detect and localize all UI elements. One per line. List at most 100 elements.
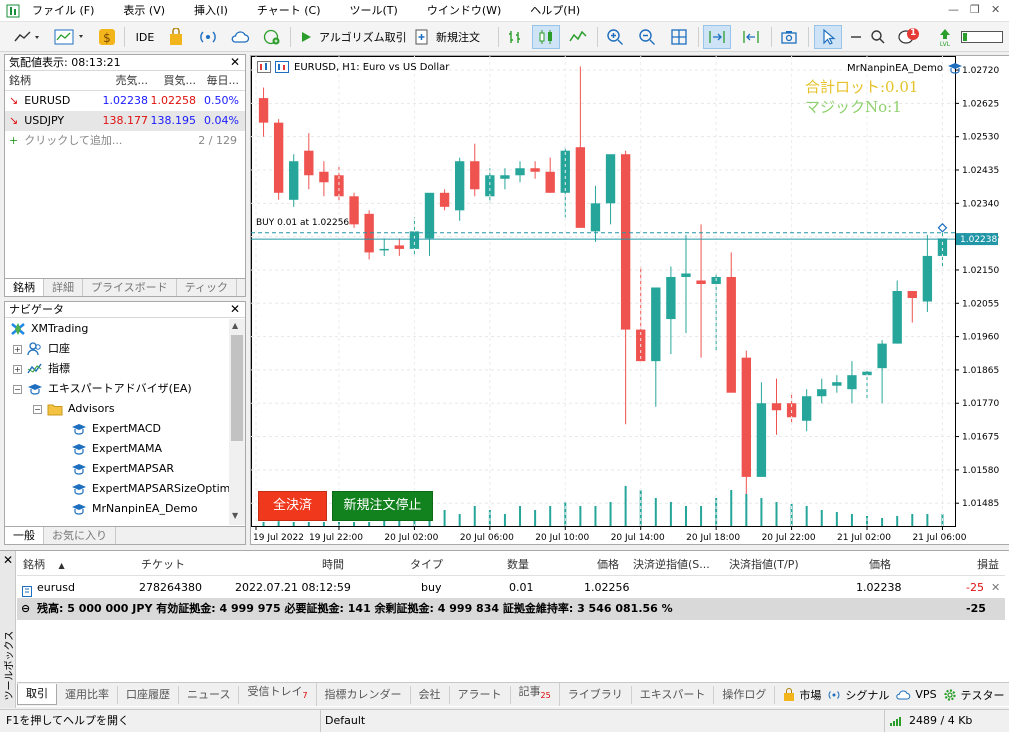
level-button[interactable]: LVL xyxy=(934,25,956,49)
close-all-button[interactable]: 全決済 xyxy=(258,491,327,521)
tab-price-board[interactable]: プライスボード xyxy=(83,279,177,296)
col-type[interactable]: タイプ xyxy=(410,554,443,576)
screenshot-button[interactable] xyxy=(777,25,801,49)
expand-icon[interactable]: + xyxy=(13,344,22,354)
chart-shift-button[interactable] xyxy=(737,25,765,49)
algo-trading-button[interactable]: アルゴリズム取引 xyxy=(295,25,407,49)
tab-ticks[interactable]: ティック xyxy=(177,279,238,296)
zoom-out-button[interactable] xyxy=(635,25,659,49)
scrollbar-thumb[interactable] xyxy=(231,335,243,441)
tab-library[interactable]: ライブラリ xyxy=(560,685,632,704)
menu-insert[interactable]: 挿入(I) xyxy=(194,0,237,22)
close-icon[interactable]: ✕ xyxy=(230,55,240,70)
crosshair-button[interactable] xyxy=(846,25,866,49)
bar-chart-button[interactable] xyxy=(503,25,527,49)
col-time[interactable]: 時間 xyxy=(322,554,344,576)
col-price[interactable]: 価格 xyxy=(597,554,619,576)
add-symbol-row[interactable]: + クリックして追加... 2 / 129 xyxy=(5,131,245,151)
market-link[interactable]: 市場 xyxy=(783,687,821,703)
close-position-icon[interactable]: ✕ xyxy=(991,577,1000,599)
col-current-price[interactable]: 価格 xyxy=(869,554,891,576)
community-button[interactable] xyxy=(260,25,284,49)
quote-row[interactable]: ↘ USDJPY 138.177 138.195 0.04% xyxy=(5,111,245,131)
col-symbol[interactable]: 銘柄 ▲ xyxy=(23,554,65,577)
collapse-icon[interactable]: ⊖ xyxy=(21,598,30,620)
menu-file[interactable]: ファイル (F) xyxy=(32,0,103,22)
quote-row[interactable]: ↘ EURUSD 1.02238 1.02258 0.50% xyxy=(5,91,245,111)
tab-general[interactable]: 一般 xyxy=(5,527,44,544)
col-tp[interactable]: 決済指値(T/P) xyxy=(729,554,799,576)
tester-link[interactable]: テスター xyxy=(943,687,1005,703)
tree-expert-item[interactable]: ExpertMACD xyxy=(71,419,161,439)
col-ask[interactable]: 買気... xyxy=(148,71,197,90)
tab-exposure[interactable]: 運用比率 xyxy=(57,685,118,704)
tab-mailbox[interactable]: 受信トレイ7 xyxy=(239,683,317,706)
cursor-button[interactable] xyxy=(814,25,842,49)
col-ticket[interactable]: チケット xyxy=(141,554,185,576)
tree-expert-item[interactable]: MrNanpinEA_Demo xyxy=(71,499,198,519)
chart-type-button[interactable] xyxy=(10,25,46,49)
notifications-button[interactable]: 1 xyxy=(896,25,922,49)
new-order-button[interactable]: 新規注文 xyxy=(412,25,492,49)
col-daily[interactable]: 毎日... xyxy=(196,71,243,90)
close-icon[interactable]: ✕ xyxy=(991,3,1000,16)
market-button[interactable] xyxy=(165,25,187,49)
col-sl[interactable]: 決済逆指値(S... xyxy=(633,554,710,576)
signals-button[interactable] xyxy=(196,25,220,49)
tree-root[interactable]: XMTrading xyxy=(10,319,88,339)
minimize-icon[interactable]: — xyxy=(948,3,959,16)
templates-button[interactable] xyxy=(50,25,90,49)
tab-details[interactable]: 詳細 xyxy=(44,279,83,296)
col-symbol[interactable]: 銘柄 xyxy=(5,71,100,90)
menu-chart[interactable]: チャート (C) xyxy=(257,0,330,22)
menu-view[interactable]: 表示 (V) xyxy=(123,0,174,22)
menu-window[interactable]: ウインドウ(W) xyxy=(427,0,510,22)
tab-calendar[interactable]: 指標カレンダー xyxy=(317,685,411,704)
tree-advisors-folder[interactable]: − Advisors xyxy=(33,399,115,419)
deposit-button[interactable]: $ xyxy=(96,25,118,49)
tab-company[interactable]: 会社 xyxy=(411,685,450,704)
tab-trade[interactable]: 取引 xyxy=(17,684,57,705)
ide-button[interactable]: IDE xyxy=(130,25,160,49)
vps-button[interactable] xyxy=(228,25,252,49)
tab-experts[interactable]: エキスパート xyxy=(632,685,715,704)
autoscroll-button[interactable] xyxy=(703,25,731,49)
tree-expert-item[interactable]: ExpertMAMA xyxy=(71,439,162,459)
restore-icon[interactable]: ❐ xyxy=(970,3,980,16)
candlestick-chart[interactable]: 1.02720 1.02625 1.02530 1.02435 1.02340 1.022… xyxy=(251,56,1009,544)
col-volume[interactable]: 数量 xyxy=(507,554,529,576)
chart-window[interactable]: 1.02720 1.02625 1.02530 1.02435 1.02340 1.022… xyxy=(250,55,1009,545)
tab-journal[interactable]: 操作ログ xyxy=(714,685,776,704)
tab-alerts[interactable]: アラート xyxy=(450,685,511,704)
tree-expert-item[interactable]: ExpertMAPSAR xyxy=(71,459,174,479)
line-button[interactable] xyxy=(566,25,590,49)
status-profile[interactable]: Default xyxy=(320,710,884,732)
col-bid[interactable]: 売気... xyxy=(100,71,149,90)
tab-history[interactable]: 口座履歴 xyxy=(118,685,179,704)
menu-tools[interactable]: ツール(T) xyxy=(350,0,407,22)
search-button[interactable] xyxy=(867,25,889,49)
tab-favorites[interactable]: お気に入り xyxy=(44,527,116,544)
stop-new-orders-button[interactable]: 新規注文停止 xyxy=(332,491,433,521)
tree-experts[interactable]: − エキスパートアドバイザ(EA) xyxy=(13,379,192,399)
expand-icon[interactable]: + xyxy=(13,364,22,374)
candlestick-button[interactable] xyxy=(532,25,560,49)
tile-windows-button[interactable] xyxy=(667,25,691,49)
tab-news[interactable]: ニュース xyxy=(179,685,240,704)
col-profit[interactable]: 損益 xyxy=(977,554,999,576)
vps-link[interactable]: VPS xyxy=(895,688,937,701)
zoom-in-button[interactable] xyxy=(603,25,627,49)
trade-row[interactable]: eurusd 278264380 2022.07.21 08:12:59 buy… xyxy=(17,577,1005,599)
navigator-scrollbar[interactable]: ▲ ▼ xyxy=(229,319,245,525)
signals-link[interactable]: シグナル xyxy=(827,687,889,703)
tree-indicators[interactable]: + 指標 xyxy=(13,359,70,379)
tree-accounts[interactable]: + 口座 xyxy=(13,339,70,359)
close-icon[interactable]: ✕ xyxy=(230,302,240,317)
close-icon[interactable]: ✕ xyxy=(3,553,13,567)
tab-articles[interactable]: 記事25 xyxy=(511,683,560,706)
menu-help[interactable]: ヘルプ(H) xyxy=(530,0,589,22)
graduation-cap-icon[interactable] xyxy=(947,61,963,75)
tab-symbols[interactable]: 銘柄 xyxy=(5,279,44,296)
tree-expert-item[interactable]: ExpertMAPSARSizeOptim xyxy=(71,479,229,499)
collapse-icon[interactable]: − xyxy=(13,384,22,394)
